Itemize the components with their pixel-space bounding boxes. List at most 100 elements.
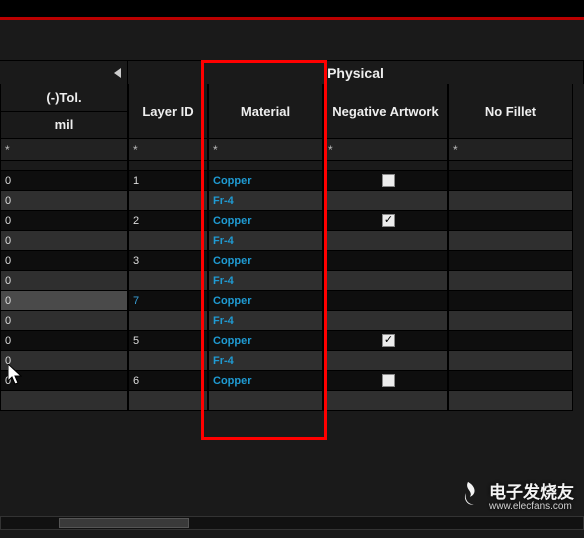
cell-material[interactable]: Copper [208,291,323,311]
table-row[interactable]: 01 Copper [0,171,584,191]
cell-tolerance[interactable]: 0 [0,171,128,191]
cell-tolerance[interactable]: 0 [0,251,128,271]
cell-negative-artwork[interactable] [323,191,448,211]
cell-layer-id[interactable]: 5 [128,331,208,351]
filter-negative-artwork[interactable]: * [323,139,448,161]
checkbox-unchecked-icon[interactable] [382,174,395,187]
cell-material[interactable]: Fr-4 [208,191,323,211]
col-header-tolerance[interactable]: (-)Tol. mil [0,84,128,139]
cell-tolerance[interactable] [0,391,128,411]
material-link[interactable]: Copper [213,175,252,187]
cell-no-fillet[interactable] [448,331,573,351]
cell-tolerance[interactable]: 0 [0,191,128,211]
cell-tolerance[interactable]: 0 [0,351,128,371]
material-link[interactable]: Copper [213,375,252,387]
filter-tolerance[interactable]: * [0,139,128,161]
cell-layer-id[interactable]: 1 [128,171,208,191]
cell-tolerance[interactable]: 0 [0,291,128,311]
col-header-no-fillet[interactable]: No Fillet [448,84,573,139]
cell-layer-id[interactable] [128,311,208,331]
cell-material[interactable] [208,391,323,411]
table-row[interactable]: 07 Copper [0,291,584,311]
table-row[interactable]: 0 Fr-4 [0,351,584,371]
cell-negative-artwork[interactable] [323,251,448,271]
cell-layer-id[interactable]: 6 [128,371,208,391]
material-link[interactable]: Copper [213,215,252,227]
cell-no-fillet[interactable] [448,371,573,391]
cell-tolerance[interactable]: 0 [0,211,128,231]
scrollbar-thumb[interactable] [59,518,189,528]
filter-layer-id[interactable]: * [128,139,208,161]
group-header-physical[interactable]: Physical [128,60,584,84]
cell-no-fillet[interactable] [448,291,573,311]
material-link[interactable]: Fr-4 [213,195,234,207]
cell-layer-id[interactable]: 7 [128,291,208,311]
table-row[interactable]: 02 Copper ✓ [0,211,584,231]
cell-no-fillet[interactable] [448,231,573,251]
cell-no-fillet[interactable] [448,251,573,271]
cell-negative-artwork[interactable]: ✓ [323,211,448,231]
table-row[interactable]: 0 Fr-4 [0,231,584,251]
checkbox-checked-icon[interactable]: ✓ [382,214,395,227]
cell-no-fillet[interactable] [448,311,573,331]
table-row[interactable]: 03 Copper [0,251,584,271]
cell-material[interactable]: Fr-4 [208,311,323,331]
material-link[interactable]: Copper [213,295,252,307]
cell-no-fillet[interactable] [448,271,573,291]
material-link[interactable]: Copper [213,255,252,267]
filter-no-fillet[interactable]: * [448,139,573,161]
cell-layer-id[interactable]: 3 [128,251,208,271]
table-row[interactable]: 05 Copper ✓ [0,331,584,351]
cell-negative-artwork[interactable] [323,171,448,191]
cell-negative-artwork[interactable] [323,351,448,371]
cell-material[interactable]: Copper [208,371,323,391]
cell-negative-artwork[interactable] [323,231,448,251]
cell-material[interactable]: Copper [208,331,323,351]
cell-material[interactable]: Fr-4 [208,271,323,291]
table-row[interactable] [0,391,584,411]
group-collapse-toggle[interactable] [0,60,128,84]
cell-tolerance[interactable]: 0 [0,371,128,391]
table-row[interactable]: 0 Fr-4 [0,311,584,331]
cell-negative-artwork[interactable]: ✓ [323,331,448,351]
cell-tolerance[interactable]: 0 [0,311,128,331]
material-link[interactable]: Fr-4 [213,235,234,247]
cell-layer-id[interactable] [128,191,208,211]
material-link[interactable]: Fr-4 [213,275,234,287]
cell-layer-id[interactable] [128,391,208,411]
cell-negative-artwork[interactable] [323,271,448,291]
col-header-negative-artwork[interactable]: Negative Artwork [323,84,448,139]
cell-negative-artwork[interactable] [323,371,448,391]
col-header-material[interactable]: Material [208,84,323,139]
cell-negative-artwork[interactable] [323,391,448,411]
cell-no-fillet[interactable] [448,171,573,191]
cell-layer-id[interactable]: 2 [128,211,208,231]
cell-tolerance[interactable]: 0 [0,271,128,291]
cell-no-fillet[interactable] [448,211,573,231]
cell-tolerance[interactable]: 0 [0,231,128,251]
cell-material[interactable]: Copper [208,251,323,271]
cell-material[interactable]: Copper [208,211,323,231]
cell-material[interactable]: Fr-4 [208,351,323,371]
cell-no-fillet[interactable] [448,191,573,211]
cell-no-fillet[interactable] [448,391,573,411]
col-header-layer-id[interactable]: Layer ID [128,84,208,139]
checkbox-checked-icon[interactable]: ✓ [382,334,395,347]
cell-layer-id[interactable] [128,271,208,291]
cell-no-fillet[interactable] [448,351,573,371]
filter-material[interactable]: * [208,139,323,161]
cell-negative-artwork[interactable] [323,291,448,311]
table-row[interactable]: 0 Fr-4 [0,191,584,211]
checkbox-unchecked-icon[interactable] [382,374,395,387]
cell-material[interactable]: Fr-4 [208,231,323,251]
cell-layer-id[interactable] [128,231,208,251]
material-link[interactable]: Fr-4 [213,315,234,327]
material-link[interactable]: Fr-4 [213,355,234,367]
table-row[interactable]: 06 Copper [0,371,584,391]
horizontal-scrollbar[interactable] [0,516,584,530]
cell-material[interactable]: Copper [208,171,323,191]
table-row[interactable]: 0 Fr-4 [0,271,584,291]
material-link[interactable]: Copper [213,335,252,347]
cell-tolerance[interactable]: 0 [0,331,128,351]
cell-negative-artwork[interactable] [323,311,448,331]
